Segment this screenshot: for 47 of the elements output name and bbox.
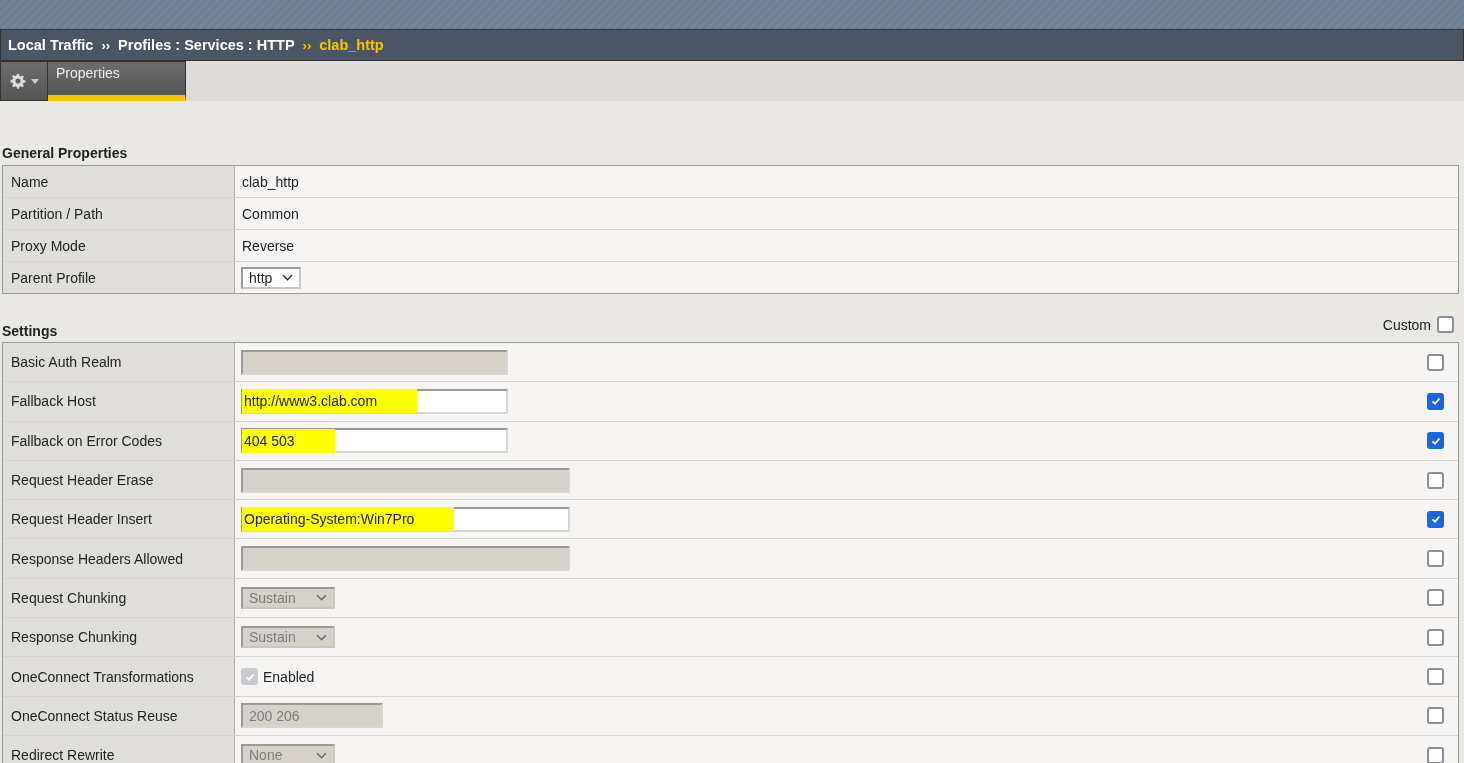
settings-icon	[9, 73, 26, 89]
input-field[interactable]: 404 503	[241, 428, 508, 454]
dropdown: Sustain	[241, 626, 335, 649]
field-label: Request Header Erase	[3, 460, 235, 500]
field-value: Common	[241, 205, 299, 222]
field-label: OneConnect Status Reuse	[3, 696, 235, 735]
field-label: Name	[3, 166, 235, 197]
field-label: Fallback Host	[3, 382, 235, 421]
chevron-icon	[282, 274, 294, 281]
properties-tab[interactable]: Properties	[48, 61, 186, 101]
field-label: Redirect Rewrite	[3, 735, 235, 763]
field-value: Reverse	[241, 237, 295, 254]
input-field: 200 206	[241, 703, 383, 729]
dropdown[interactable]: http	[241, 266, 302, 289]
chevron-icon	[316, 633, 327, 641]
field-label: Request Chunking	[3, 578, 235, 618]
breadcrumb-link[interactable]: Profiles : Services : HTTP	[118, 37, 295, 53]
breadcrumb-link[interactable]: Local Traffic	[8, 37, 94, 53]
dropdown: None	[241, 744, 335, 763]
field-value: clab_http	[241, 173, 299, 190]
dropdown: Sustain	[241, 586, 335, 609]
input-field[interactable]: http://www3.clab.com	[241, 388, 508, 414]
field-label: Partition / Path	[3, 198, 235, 229]
field-label: Response Headers Allowed	[3, 539, 235, 578]
field-label: Proxy Mode	[3, 230, 235, 261]
field-label: Basic Auth Realm	[3, 343, 235, 382]
field-label: OneConnect Transformations	[3, 657, 235, 696]
checkbox-label: Enabled	[263, 668, 315, 685]
chevron-icon	[316, 751, 327, 759]
checkbox[interactable]	[1427, 432, 1444, 450]
checkbox[interactable]	[1427, 510, 1444, 528]
section-heading: General Properties	[2, 145, 129, 163]
field-label: Request Header Insert	[3, 500, 235, 539]
checkbox[interactable]	[1427, 392, 1444, 410]
custom-label: Custom	[1382, 316, 1431, 333]
input-field[interactable]: Operating-System:Win7Pro	[241, 506, 570, 532]
field-label: Parent Profile	[3, 262, 235, 293]
dropdown-caret-icon	[30, 78, 39, 84]
field-label: Response Chunking	[3, 618, 235, 657]
breadcrumb-separator: ››	[101, 37, 111, 53]
breadcrumb-current: clab_http	[319, 37, 384, 53]
chevron-icon	[316, 594, 327, 602]
field-label: Fallback on Error Codes	[3, 421, 235, 460]
breadcrumb-separator: ››	[302, 37, 312, 53]
checkbox[interactable]	[1437, 316, 1454, 333]
section-heading: Settings	[2, 323, 58, 339]
settings-menu-button[interactable]	[0, 61, 48, 101]
